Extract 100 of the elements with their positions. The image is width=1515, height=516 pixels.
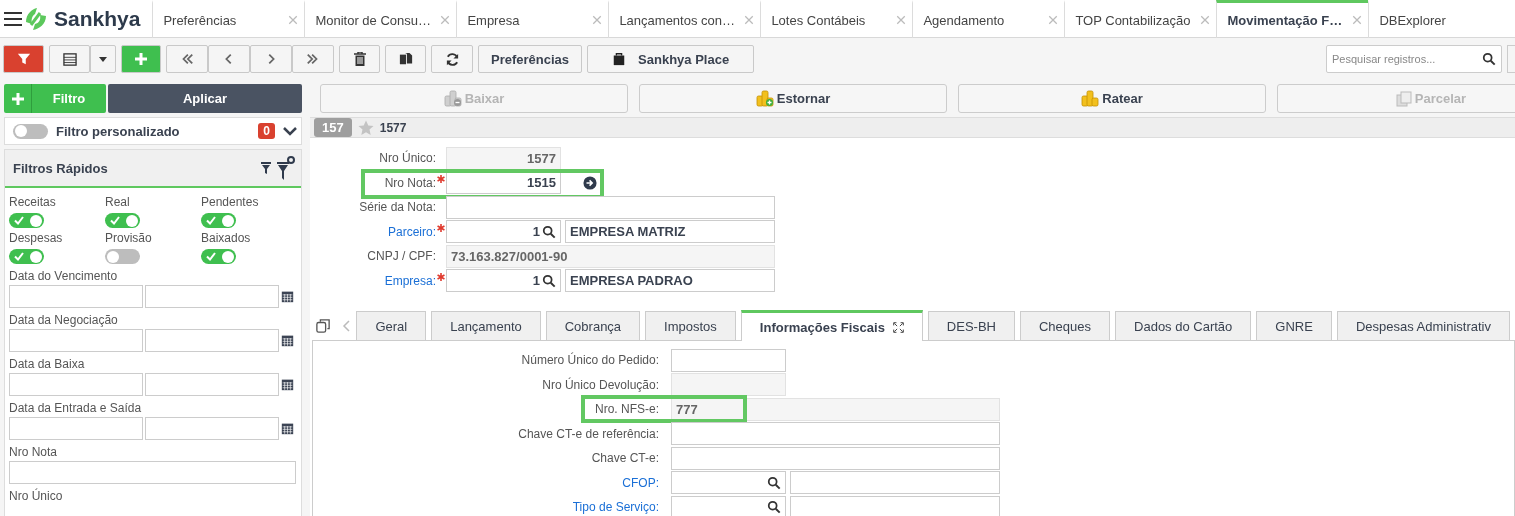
copy-button[interactable] [385, 45, 426, 73]
apply-button[interactable]: Aplicar [108, 84, 302, 113]
logo-icon [23, 5, 49, 32]
app-tab[interactable]: DBExplorer [1368, 0, 1515, 38]
action-button[interactable]: Ratear [958, 84, 1266, 113]
date-field[interactable] [9, 417, 143, 440]
toggle-switch[interactable] [13, 123, 48, 139]
input-field[interactable]: 1515 [446, 171, 561, 195]
filter-settings-icon [277, 156, 295, 180]
delete-button[interactable] [339, 45, 380, 73]
field-label: Nro Único Devolução: [541, 377, 659, 392]
app-tab[interactable]: Lotes Contábeis [760, 0, 913, 38]
tab[interactable]: Cobrança [545, 311, 641, 340]
tab[interactable]: Impostos [645, 311, 736, 340]
date-field[interactable] [145, 329, 279, 352]
app-tab[interactable]: Monitor de Consu… [304, 0, 457, 38]
close-icon [1200, 15, 1211, 25]
pages-icon [1395, 90, 1412, 107]
lookup-field[interactable] [671, 471, 786, 495]
star-icon [357, 119, 374, 136]
required-icon [437, 223, 445, 232]
lookup-field[interactable] [671, 495, 786, 516]
date-field[interactable] [145, 285, 279, 308]
field-label: Nro Nota: [383, 175, 436, 190]
copy-icon [316, 319, 330, 333]
filter-label: Data da Baixa [9, 357, 86, 371]
input-field[interactable]: 1577 [446, 146, 561, 170]
toggle-label: Provisão [105, 231, 152, 245]
check-icon [14, 252, 24, 261]
date-field[interactable] [145, 417, 279, 440]
date-field[interactable] [9, 329, 143, 352]
input-field[interactable] [671, 373, 786, 397]
toggle-switch[interactable] [105, 249, 140, 264]
grid-view-button[interactable] [49, 45, 90, 73]
tab[interactable]: Lançamento [431, 311, 541, 340]
description-field: EMPRESA MATRIZ [565, 220, 775, 244]
check-icon [110, 216, 120, 225]
field-label: Empresa: [383, 273, 436, 288]
bag-icon [612, 51, 627, 67]
filter-label: Data da Negociação [9, 313, 119, 327]
date-field[interactable] [9, 285, 143, 308]
calendar-icon [281, 290, 294, 303]
toolbar-button[interactable]: Preferências [478, 45, 583, 73]
tab[interactable]: Informações Fiscais [740, 310, 923, 341]
expand-icon [892, 321, 904, 333]
toggle-switch[interactable] [201, 213, 236, 228]
tab[interactable]: Dados do Cartão [1115, 311, 1252, 340]
calendar-icon [281, 334, 294, 347]
add-button[interactable] [121, 45, 161, 73]
field-label: CFOP: [621, 475, 659, 490]
previous-button[interactable] [208, 45, 250, 73]
dropdown-button[interactable] [90, 45, 116, 73]
filter-icon [261, 162, 271, 174]
app-tab[interactable]: Empresa [456, 0, 609, 38]
lookup-field[interactable]: 1 [446, 269, 561, 293]
caret-icon [99, 56, 107, 62]
app-tab[interactable]: Movimentação F… [1216, 0, 1369, 38]
app-tab[interactable]: Preferências [152, 0, 305, 38]
toggle-switch[interactable] [201, 249, 236, 264]
tab[interactable]: Geral [356, 311, 427, 340]
tab[interactable]: Cheques [1020, 311, 1111, 340]
filter-button[interactable] [3, 45, 44, 73]
tab[interactable]: Despesas Administrativ [1336, 311, 1510, 340]
input-field[interactable]: 777 [671, 397, 1000, 421]
last-button[interactable] [292, 45, 334, 73]
date-field[interactable] [9, 373, 143, 396]
refresh-button[interactable] [431, 45, 473, 73]
check-icon [206, 216, 216, 225]
tab[interactable]: GNRE [1256, 311, 1332, 340]
input-field[interactable]: 73.163.827/0001-90 [446, 244, 775, 268]
app-tab[interactable]: Lançamentos con… [608, 0, 761, 38]
search-icon [767, 475, 781, 490]
toggle-switch[interactable] [9, 213, 44, 228]
toolbar-button[interactable]: Sankhya Place [587, 45, 755, 73]
toggle-switch[interactable] [105, 213, 140, 228]
search-field[interactable]: Pesquisar registros... [1326, 45, 1502, 73]
input-field[interactable] [446, 195, 775, 219]
arrow-circle-icon [583, 175, 597, 190]
next-button[interactable] [250, 45, 292, 73]
tab[interactable]: DES-BH [927, 311, 1015, 340]
action-button[interactable]: Estornar [639, 84, 947, 113]
filter-label: Nro Único [9, 489, 64, 503]
lookup-field[interactable]: 1 [446, 220, 561, 244]
check-icon [206, 252, 216, 261]
app-tab[interactable]: TOP Contabilização [1064, 0, 1217, 38]
first-button[interactable] [166, 45, 208, 73]
double-chevron-right-icon [306, 52, 320, 66]
date-field[interactable] [145, 373, 279, 396]
input-field[interactable] [671, 446, 1000, 470]
input-field[interactable] [671, 422, 1000, 446]
field-label: Série da Nota: [358, 200, 436, 215]
copy-icon [398, 52, 413, 66]
search-icon [767, 500, 781, 515]
toolbar-button[interactable] [1507, 45, 1515, 73]
input-field[interactable] [9, 461, 296, 484]
input-field[interactable] [671, 348, 786, 372]
toggle-switch[interactable] [9, 249, 44, 264]
grid-icon [62, 52, 77, 66]
app-tab[interactable]: Agendamento [912, 0, 1065, 38]
close-icon [592, 15, 603, 25]
